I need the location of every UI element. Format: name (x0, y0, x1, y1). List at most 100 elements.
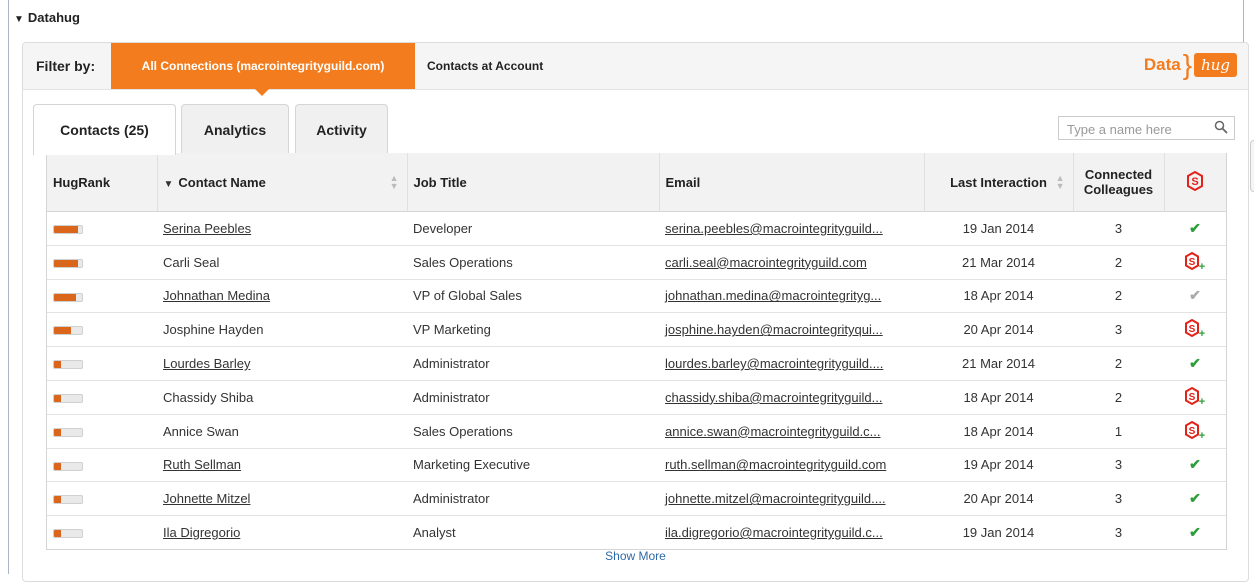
filter-contacts-at-account[interactable]: Contacts at Account (427, 43, 543, 89)
connected-colleagues-cell: 3 (1073, 312, 1164, 348)
col-header-connected-colleagues[interactable]: Connected Colleagues (1073, 153, 1165, 212)
search-input[interactable] (1065, 118, 1219, 140)
salesforce-add-icon[interactable]: S + (1184, 386, 1206, 408)
email-cell: ruth.sellman@macrointegrityguild.com (659, 448, 924, 483)
last-interaction-cell: 20 Apr 2014 (924, 312, 1073, 348)
email-cell: johnette.mitzel@macrointegrityguild.... (659, 481, 924, 517)
col-header-last-interaction[interactable]: Last Interaction ▲ ▼ (924, 153, 1074, 212)
contacts-table: HugRank ▼ Contact Name ▲ ▼ Job Title Email… (46, 153, 1227, 550)
salesforce-status-cell: S + (1164, 414, 1226, 449)
connected-colleagues-cell: 2 (1073, 346, 1164, 381)
table-row[interactable]: Josphine Hayden VP Marketing josphine.hayd… (47, 312, 1226, 348)
col-header-job-title[interactable]: Job Title (407, 153, 660, 212)
col-header-email[interactable]: Email (659, 153, 925, 212)
email-cell: josphine.hayden@macrointegrityqui... (659, 312, 924, 348)
email-link[interactable]: josphine.hayden@macrointegrityqui... (665, 322, 883, 337)
contact-name-cell: Ila Digregorio (157, 516, 407, 549)
email-link[interactable]: serina.peebles@macrointegrityguild... (665, 221, 883, 236)
table-row[interactable]: Ila Digregorio Analyst ila.digregorio@macr… (47, 516, 1226, 549)
salesforce-add-icon[interactable]: S + (1184, 251, 1206, 273)
svg-text:+: + (1199, 430, 1205, 440)
check-icon: ✔ (1189, 219, 1201, 236)
email-link[interactable]: johnathan.medina@macrointegrityg... (665, 288, 881, 303)
email-link[interactable]: ruth.sellman@macrointegrityguild.com (665, 457, 886, 472)
last-interaction-cell: 21 Mar 2014 (924, 346, 1073, 381)
hugrank-cell (47, 414, 157, 449)
hugrank-bar (53, 495, 83, 505)
salesforce-status-cell: ✔ (1164, 448, 1226, 483)
table-row[interactable]: Annice Swan Sales Operations annice.swan@m… (47, 414, 1226, 449)
svg-text:S: S (1189, 324, 1196, 335)
hugrank-bar-fill (54, 394, 61, 402)
job-title-cell: VP Marketing (407, 312, 659, 348)
hugrank-cell (47, 346, 157, 381)
collapse-triangle-icon[interactable]: ▼ (14, 14, 24, 25)
email-link[interactable]: carli.seal@macrointegrityguild.com (665, 255, 867, 270)
salesforce-status-cell: ✔ (1164, 481, 1226, 517)
contact-name[interactable]: Ila Digregorio (163, 525, 240, 540)
check-icon: ✔ (1189, 355, 1201, 372)
check-icon: ✔ (1189, 490, 1201, 507)
filter-all-connections[interactable]: All Connections (macrointegrityguild.com… (111, 43, 415, 96)
last-interaction-cell: 19 Jan 2014 (924, 211, 1073, 246)
tab-contacts[interactable]: Contacts (25) (33, 104, 176, 155)
table-row[interactable]: Ruth Sellman Marketing Executive ruth.sell… (47, 448, 1226, 483)
salesforce-status-cell: ✔ (1164, 211, 1226, 246)
side-scroll-handle[interactable] (1250, 140, 1254, 192)
search-box (1058, 116, 1235, 140)
contact-name-cell: Chassidy Shiba (157, 380, 407, 415)
svg-text:S: S (1189, 392, 1196, 403)
salesforce-add-icon[interactable]: S + (1184, 318, 1206, 340)
col-header-contact-name[interactable]: ▼ Contact Name ▲ ▼ (157, 153, 408, 212)
show-more-link[interactable]: Show More (46, 549, 1225, 563)
table-row[interactable]: Johnathan Medina VP of Global Sales johnat… (47, 279, 1226, 314)
section-header[interactable]: ▼ Datahug (14, 10, 80, 25)
table-row[interactable]: Serina Peebles Developer serina.peebles@ma… (47, 211, 1226, 246)
salesforce-status-cell: S + (1164, 245, 1226, 280)
connected-colleagues-cell: 2 (1073, 279, 1164, 314)
table-header-row: HugRank ▼ Contact Name ▲ ▼ Job Title Email… (47, 153, 1226, 212)
hugrank-bar-fill (54, 361, 61, 369)
salesforce-s-icon: S (1187, 170, 1204, 191)
hugrank-bar (53, 224, 83, 234)
hugrank-cell (47, 245, 157, 280)
col-header-hugrank[interactable]: HugRank (47, 153, 158, 212)
contact-name[interactable]: Lourdes Barley (163, 356, 250, 371)
salesforce-add-icon[interactable]: S + (1184, 420, 1206, 442)
job-title-cell: VP of Global Sales (407, 279, 659, 314)
contact-name-cell: Annice Swan (157, 414, 407, 449)
hugrank-cell (47, 211, 157, 246)
table-row[interactable]: Lourdes Barley Administrator lourdes.barle… (47, 346, 1226, 381)
job-title-cell: Administrator (407, 346, 659, 381)
table-row[interactable]: Johnette Mitzel Administrator johnette.mit… (47, 481, 1226, 517)
email-cell: lourdes.barley@macrointegrityguild.... (659, 346, 924, 381)
search-icon[interactable] (1214, 120, 1228, 134)
contact-name-cell: Johnette Mitzel (157, 481, 407, 517)
contact-name[interactable]: Ruth Sellman (163, 457, 241, 472)
connected-colleagues-cell: 2 (1073, 380, 1164, 415)
check-icon: ✔ (1189, 287, 1201, 304)
check-icon: ✔ (1189, 524, 1201, 541)
email-cell: annice.swan@macrointegrityguild.c... (659, 414, 924, 449)
hugrank-bar (53, 360, 83, 370)
tab-activity[interactable]: Activity (295, 104, 388, 154)
contact-name[interactable]: Serina Peebles (163, 221, 251, 236)
col-header-hugrank-label: HugRank (53, 174, 111, 190)
connected-colleagues-cell: 2 (1073, 245, 1164, 280)
email-link[interactable]: lourdes.barley@macrointegrityguild.... (665, 356, 883, 371)
email-link[interactable]: ila.digregorio@macrointegrityguild.c... (665, 525, 883, 540)
email-link[interactable]: chassidy.shiba@macrointegrityguild... (665, 390, 882, 405)
connected-colleagues-cell: 1 (1073, 414, 1164, 449)
hugrank-cell (47, 312, 157, 348)
contact-name[interactable]: Johnathan Medina (163, 288, 270, 303)
contact-name[interactable]: Johnette Mitzel (163, 491, 250, 506)
table-row[interactable]: Carli Seal Sales Operations carli.seal@mac… (47, 245, 1226, 280)
email-link[interactable]: johnette.mitzel@macrointegrityguild.... (665, 491, 886, 506)
contact-name-cell: Ruth Sellman (157, 448, 407, 483)
hugrank-bar-fill (54, 428, 61, 436)
salesforce-status-cell: ✔ (1164, 516, 1226, 549)
email-link[interactable]: annice.swan@macrointegrityguild.c... (665, 424, 881, 439)
table-row[interactable]: Chassidy Shiba Administrator chassidy.shib… (47, 380, 1226, 415)
tab-analytics[interactable]: Analytics (181, 104, 289, 154)
contact-name: Chassidy Shiba (163, 389, 254, 405)
